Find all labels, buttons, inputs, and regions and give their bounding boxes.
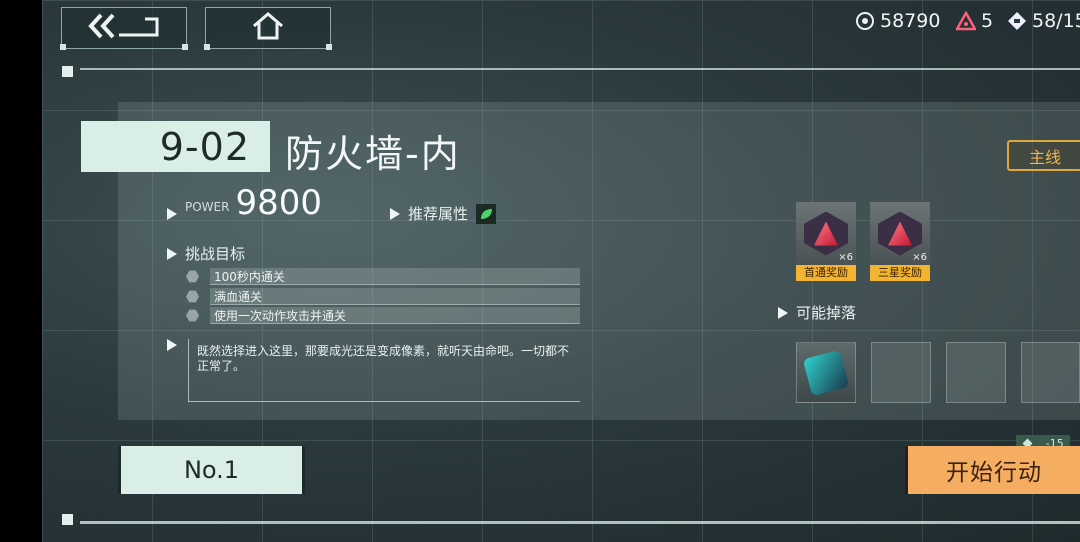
- divider-bottom: [80, 521, 1080, 524]
- stamina-ticket-icon: [1008, 12, 1026, 30]
- crystals-value: 5: [981, 10, 994, 32]
- reward-label: 首通奖励: [796, 265, 856, 281]
- objective-item: 100秒内通关: [186, 268, 580, 285]
- coin-icon: [856, 12, 874, 30]
- bullet-arrow-icon: [167, 339, 177, 351]
- drop-slot-empty: [871, 342, 931, 403]
- objective-text: 使用一次动作攻击并通关: [210, 307, 580, 324]
- drops-title-text: 可能掉落: [796, 304, 857, 322]
- red-crystal-icon: [878, 211, 922, 256]
- divider-marker-bottom: [62, 514, 73, 525]
- power-value: 9800: [235, 183, 322, 223]
- rank-button[interactable]: No.1: [118, 446, 305, 494]
- leaf-icon: [476, 203, 497, 224]
- reward-count: ×6: [838, 252, 853, 263]
- drop-slot-empty: [1021, 342, 1080, 403]
- category-tag-label: 主线: [1029, 147, 1062, 167]
- bullet-arrow-icon: [167, 208, 177, 220]
- challenge-title: 挑战目标: [167, 243, 245, 264]
- reward-label: 三星奖励: [870, 265, 930, 281]
- drop-slot-empty: [946, 342, 1006, 403]
- three-star-reward[interactable]: ×6 三星奖励: [870, 202, 930, 281]
- objective-hex-icon: [186, 290, 199, 303]
- reward-count: ×6: [912, 252, 927, 263]
- left-black-border: [0, 0, 42, 542]
- first-clear-reward[interactable]: ×6 首通奖励: [796, 202, 856, 281]
- objective-text: 满血通关: [210, 288, 580, 305]
- start-label: 开始行动: [946, 460, 1042, 486]
- bullet-arrow-icon: [778, 306, 788, 319]
- home-button[interactable]: [204, 7, 332, 50]
- divider-top: [80, 68, 1080, 70]
- stage-code: 9-02: [81, 121, 270, 172]
- back-button[interactable]: [60, 7, 188, 50]
- crystal-icon: [956, 11, 976, 31]
- coins-value: 58790: [880, 10, 941, 32]
- stage-description: 既然选择进入这里，那要成光还是变成像素，就听天由命吧。一切都不正常了。: [188, 339, 580, 402]
- challenge-title-text: 挑战目标: [185, 245, 246, 263]
- objective-item: 使用一次动作攻击并通关: [186, 307, 580, 324]
- recommended-attribute: 推荐属性: [390, 203, 497, 224]
- home-icon: [252, 12, 284, 44]
- start-action-button[interactable]: 开始行动: [905, 446, 1080, 494]
- resource-coins: 58790: [855, 10, 940, 32]
- double-chevron-left-icon: [87, 13, 161, 43]
- objective-text: 100秒内通关: [210, 268, 580, 285]
- resource-crystals: 5: [956, 10, 993, 32]
- resource-stamina: 58/15: [1007, 10, 1080, 32]
- rank-label: No.1: [183, 456, 240, 484]
- bullet-arrow-icon: [390, 207, 400, 220]
- drops-title: 可能掉落: [778, 302, 856, 323]
- red-crystal-icon: [804, 211, 848, 256]
- device-icon: [802, 349, 850, 396]
- stage-name: 防火墙-内: [285, 132, 461, 176]
- power-label: POWER: [185, 200, 230, 214]
- stamina-value: 58/15: [1032, 10, 1080, 32]
- objective-hex-icon: [186, 270, 199, 283]
- bullet-arrow-icon: [167, 247, 177, 260]
- recommended-attr-label: 推荐属性: [408, 205, 469, 223]
- power-requirement: POWER 9800: [167, 186, 322, 220]
- category-tag[interactable]: 主线: [1007, 140, 1080, 171]
- objective-hex-icon: [186, 309, 199, 322]
- drop-slot[interactable]: [796, 342, 856, 403]
- divider-marker-top: [62, 66, 73, 77]
- objective-item: 满血通关: [186, 288, 580, 305]
